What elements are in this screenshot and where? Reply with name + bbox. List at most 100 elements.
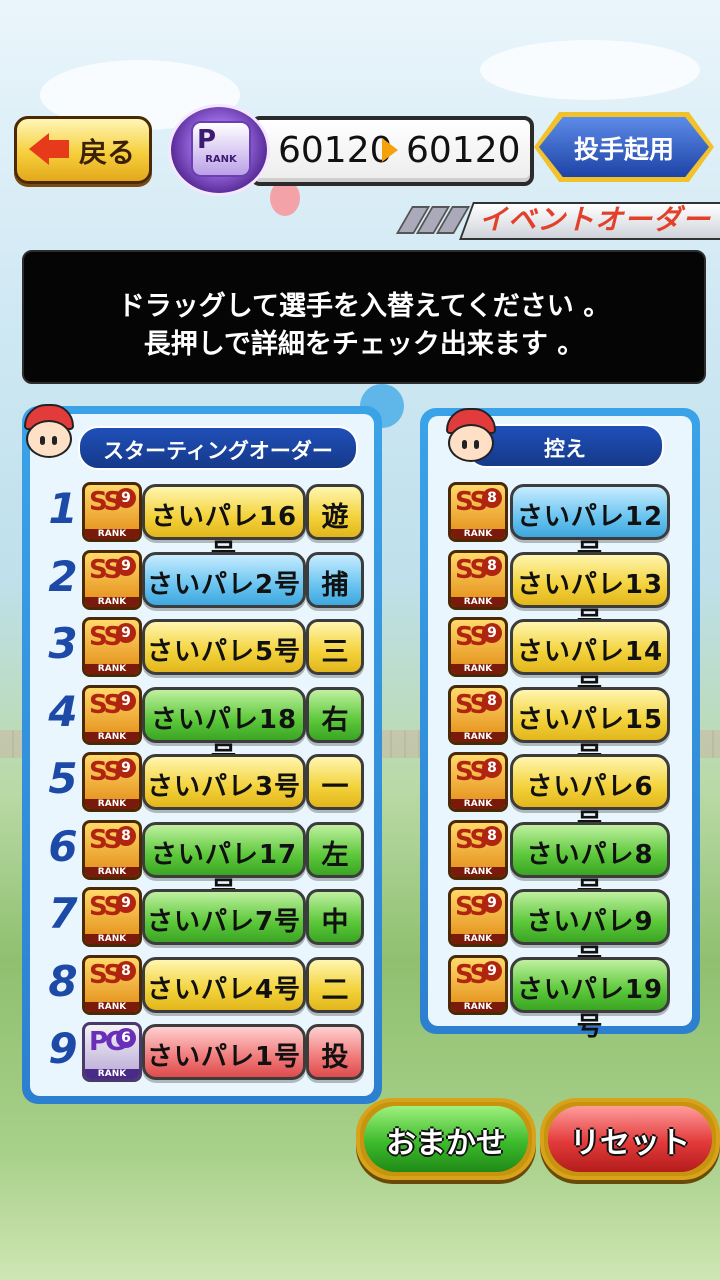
player-name-pill[interactable]: さいパレ9号: [510, 889, 670, 974]
rank-icon: SS 8 RANK: [448, 482, 508, 542]
starting-row[interactable]: 1 SS9 RANKさいパレ16号遊: [46, 480, 366, 569]
player-name-pill[interactable]: さいパレ6号: [510, 754, 670, 839]
bench-row[interactable]: SS8 RANK さいパレ12号: [448, 480, 678, 569]
starting-row[interactable]: 8 SS 8 RANK さいパレ4号二: [46, 953, 366, 1015]
player-name: さいパレ5号: [146, 637, 302, 667]
back-button[interactable]: 戻る: [14, 116, 152, 184]
position-pill[interactable]: 三: [306, 619, 364, 675]
rank-level: 8: [482, 690, 502, 711]
rank-word: RANK: [85, 1001, 139, 1012]
player-name: さいパレ2号: [146, 569, 302, 600]
player-name-pill[interactable]: さいパレ8号: [510, 821, 670, 907]
pitcher-usage-button[interactable]: 投手起用: [534, 112, 714, 182]
player-name-pill[interactable]: さいパレ19号: [510, 956, 670, 1042]
rank-word: RANK: [85, 799, 139, 809]
rank-badge-letter: P: [197, 125, 217, 155]
rank-icon: SS 8 RANK: [82, 819, 142, 880]
rank-letters: SS: [455, 824, 488, 855]
bench-row[interactable]: SS8 RANK さいパレ13号: [448, 548, 678, 637]
position-label: 捕: [321, 569, 349, 601]
rank-level: 9: [482, 623, 502, 643]
reset-button[interactable]: リセット: [540, 1098, 720, 1180]
player-name-pill[interactable]: さいパレ7号: [142, 889, 306, 945]
player-name-pill[interactable]: さいパレ2号: [142, 551, 306, 608]
player-name-pill[interactable]: さいパレ5号: [142, 619, 306, 675]
starting-row[interactable]: 6 SS8 RANKさいパレ17号左: [46, 818, 366, 907]
auto-arrange-button[interactable]: おまかせ: [356, 1098, 536, 1180]
rank-word: RANK: [85, 529, 139, 539]
rank-level: 8: [116, 825, 136, 846]
position-pill[interactable]: 遊: [306, 484, 364, 540]
batting-order-number: 9: [48, 1024, 78, 1073]
player-name-pill[interactable]: さいパレ4号: [142, 956, 306, 1013]
position-pill[interactable]: 捕: [306, 551, 364, 608]
rank-letters: SS: [455, 487, 488, 517]
rank-word: RANK: [85, 1069, 139, 1079]
rank-word: RANK: [451, 731, 505, 742]
rank-word: RANK: [85, 596, 139, 607]
rank-letters: SS: [89, 959, 122, 990]
bench-row[interactable]: SS9 RANK さいパレ9号: [448, 885, 678, 974]
rank-letters: SS: [89, 689, 122, 720]
rank-letters: SS: [89, 554, 122, 585]
rank-word: RANK: [85, 664, 139, 674]
batting-order-number: 1: [48, 484, 78, 533]
starting-row[interactable]: 2 SS 9 RANK さいパレ2号捕: [46, 548, 366, 610]
player-name-pill[interactable]: さいパレ3号: [142, 754, 306, 810]
starting-row[interactable]: 5 SS 9 RANK さいパレ3号一: [46, 750, 366, 812]
bench-row[interactable]: SS9 RANK さいパレ14号: [448, 615, 678, 704]
player-name-pill[interactable]: さいパレ1号: [142, 1024, 306, 1080]
event-order-label: イベントオーダー: [478, 203, 711, 236]
rank-icon: SS 8 RANK: [448, 549, 508, 610]
position-pill[interactable]: 右: [306, 686, 364, 743]
bench-row[interactable]: SS8 RANK さいパレ6号: [448, 750, 678, 839]
rank-letters: SS: [455, 892, 488, 922]
bench-row[interactable]: SS8 RANK さいパレ15号: [448, 683, 678, 772]
position-pill[interactable]: 投: [306, 1024, 364, 1080]
starting-row[interactable]: 4 SS9 RANKさいパレ18号右: [46, 683, 366, 772]
instructions-box: ドラッグして選手を入替えてください 。 長押しで詳細をチェック出来ます 。: [22, 250, 706, 384]
instruction-line-2: 長押しで詳細をチェック出来ます 。: [143, 329, 585, 360]
player-name-pill[interactable]: さいパレ14号: [510, 619, 670, 704]
rank-icon: SS 9 RANK: [448, 617, 508, 677]
position-pill[interactable]: 中: [306, 889, 364, 945]
player-name-pill[interactable]: さいパレ17号: [142, 821, 306, 907]
rank-letters: SS: [89, 892, 122, 922]
batting-order-number: 7: [48, 889, 78, 938]
bench-row[interactable]: SS8 RANK さいパレ8号: [448, 818, 678, 907]
rank-icon: SS 9 RANK: [448, 954, 508, 1015]
rank-level: 6: [116, 1028, 136, 1048]
rank-level: 9: [116, 488, 136, 508]
rank-icon: SS 9 RANK: [82, 752, 142, 812]
bench-row[interactable]: SS 9 RANK さいパレ19号: [448, 953, 678, 1042]
background-cloud: [480, 40, 700, 100]
rank-level: 8: [482, 555, 502, 576]
player-name-pill[interactable]: さいパレ13号: [510, 551, 670, 637]
position-pill[interactable]: 一: [306, 754, 364, 810]
position-pill[interactable]: 二: [306, 956, 364, 1013]
starting-row[interactable]: 7 SS 9 RANK さいパレ7号中: [46, 885, 366, 947]
rank-word: RANK: [451, 799, 505, 809]
rank-level: 9: [116, 690, 136, 711]
starting-row[interactable]: 3 SS 9 RANK さいパレ5号三: [46, 615, 366, 677]
player-name-pill[interactable]: さいパレ16号: [142, 484, 306, 569]
rank-level: 9: [116, 555, 136, 576]
player-name: さいパレ1号: [146, 1042, 302, 1072]
position-pill[interactable]: 左: [306, 821, 364, 878]
rank-letters: SS: [89, 824, 122, 855]
starting-row[interactable]: 9 PG 6 RANK さいパレ1号投: [46, 1020, 366, 1082]
player-name-pill[interactable]: さいパレ18号: [142, 686, 306, 772]
rank-icon: SS 9 RANK: [448, 887, 508, 947]
auto-arrange-label: おまかせ: [386, 1126, 506, 1161]
event-order-banner: イベントオーダー: [395, 196, 720, 240]
rank-level: 9: [116, 893, 136, 913]
player-name-pill[interactable]: さいパレ15号: [510, 686, 670, 772]
rank-icon: SS 8 RANK: [448, 752, 508, 812]
player-name: さいパレ7号: [146, 907, 302, 937]
rank-icon: SS 9 RANK: [82, 684, 142, 745]
rank-icon: SS 9 RANK: [82, 617, 142, 677]
player-name-pill[interactable]: さいパレ12号: [510, 484, 670, 569]
rank-badge-icon[interactable]: P RANK: [168, 104, 270, 196]
position-label: 投: [321, 1042, 349, 1073]
back-label: 戻る: [79, 136, 136, 169]
